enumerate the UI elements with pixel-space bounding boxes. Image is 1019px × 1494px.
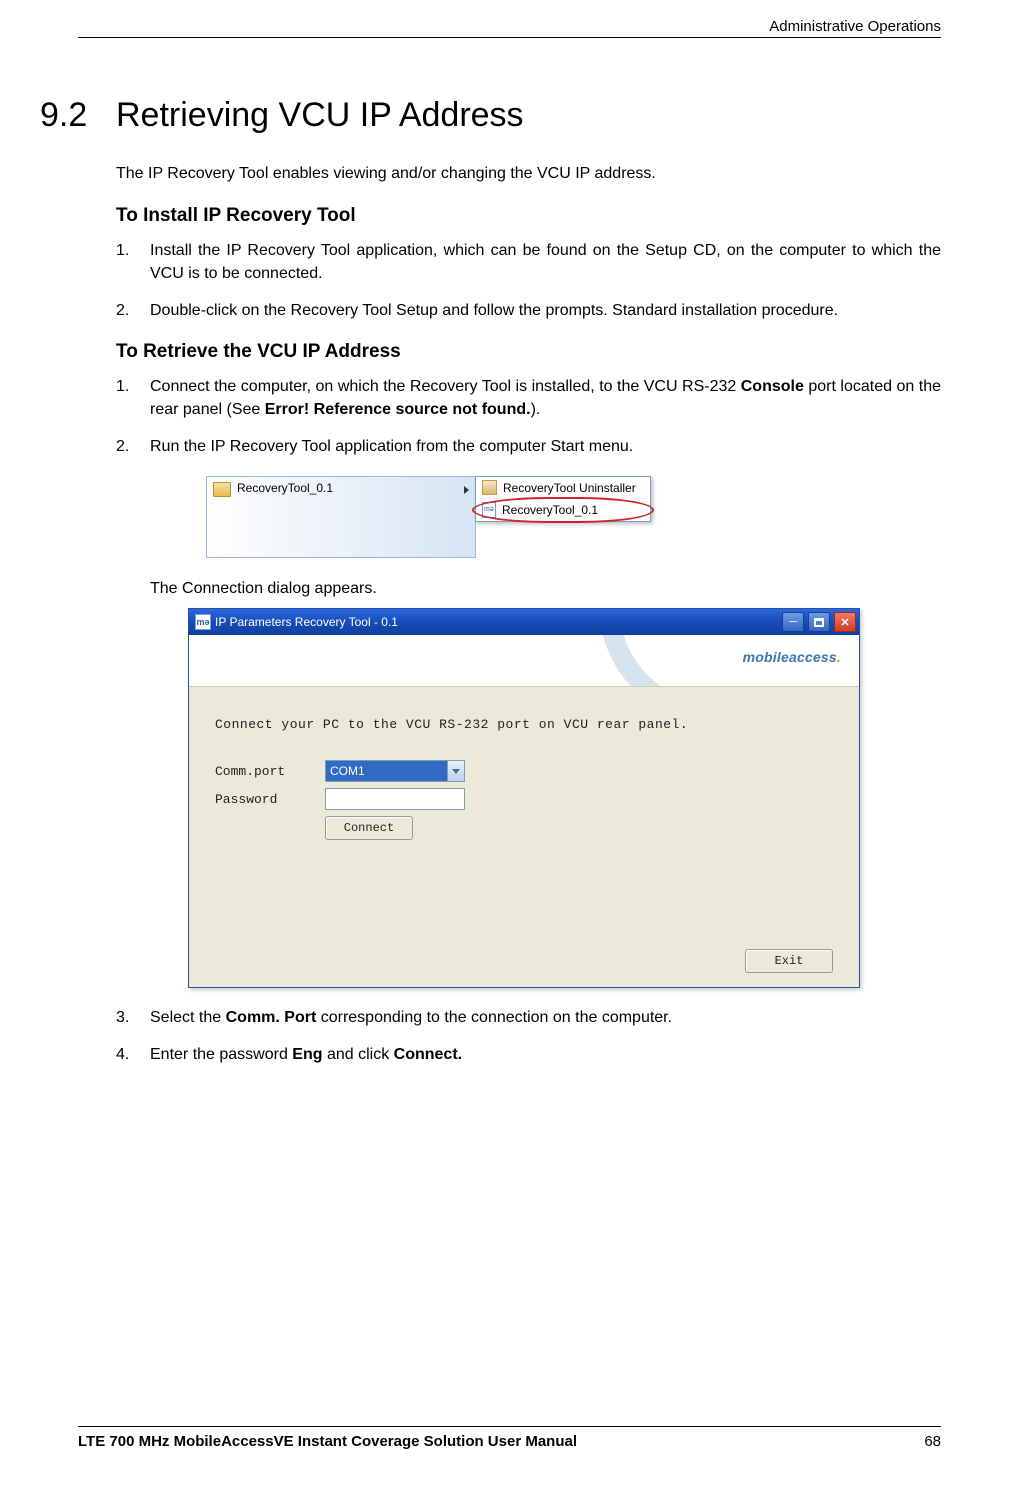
submenu-item-recoverytool[interactable]: RecoveryTool_0.1 (476, 499, 650, 521)
section-heading: 9.2Retrieving VCU IP Address (40, 96, 941, 135)
minimize-button[interactable]: ─ (782, 612, 804, 632)
mobileaccess-logo: mobileaccess. (743, 649, 841, 667)
text-bold: Connect. (394, 1046, 462, 1063)
intro-paragraph: The IP Recovery Tool enables viewing and… (116, 165, 941, 183)
retrieve-subheading: To Retrieve the VCU IP Address (116, 341, 941, 363)
folder-icon (213, 482, 231, 497)
page-number: 68 (924, 1433, 941, 1450)
install-step-1: Install the IP Recovery Tool application… (116, 239, 941, 285)
connect-row: Connect (215, 816, 833, 840)
retrieve-step-2: Run the IP Recovery Tool application fro… (116, 435, 941, 458)
footer-rule (78, 1426, 941, 1427)
password-row: Password (215, 788, 833, 810)
chevron-down-icon[interactable] (447, 761, 464, 781)
dialog-instruction: Connect your PC to the VCU RS-232 port o… (215, 717, 833, 732)
install-subheading: To Install IP Recovery Tool (116, 205, 941, 227)
section-number: 9.2 (40, 96, 116, 135)
text: Select the (150, 1009, 226, 1026)
app-icon (482, 502, 496, 518)
error-reference: Error! Reference source not found. (265, 401, 531, 418)
logo-text-1: mobile (743, 649, 789, 665)
start-menu-figure: RecoveryTool_0.1 RecoveryTool Uninstalle… (206, 476, 941, 558)
text: corresponding to the connection on the c… (316, 1009, 672, 1026)
comm-port-label: Comm.port (215, 764, 325, 779)
submenu-item-uninstaller[interactable]: RecoveryTool Uninstaller (476, 477, 650, 499)
maximize-button[interactable] (808, 612, 830, 632)
titlebar: mə IP Parameters Recovery Tool - 0.1 ─ ✕ (189, 609, 859, 635)
submenu-item-label: RecoveryTool_0.1 (502, 503, 598, 517)
header-rule (78, 37, 941, 38)
section-title-text: Retrieving VCU IP Address (116, 96, 524, 134)
comm-port-value: COM1 (330, 764, 365, 778)
password-label: Password (215, 792, 325, 807)
window-title: IP Parameters Recovery Tool - 0.1 (215, 615, 778, 629)
close-button[interactable]: ✕ (834, 612, 856, 632)
text: and click (323, 1046, 394, 1063)
running-header: Administrative Operations (78, 18, 941, 35)
retrieve-step-1: Connect the computer, on which the Recov… (116, 375, 941, 421)
text: Connect the computer, on which the Recov… (150, 378, 741, 395)
retrieve-step-3: Select the Comm. Port corresponding to t… (116, 1006, 941, 1029)
dialog-body: Connect your PC to the VCU RS-232 port o… (189, 687, 859, 987)
logo-text-2: access (789, 649, 837, 665)
comm-port-row: Comm.port COM1 (215, 760, 833, 782)
text-bold: Eng (292, 1046, 322, 1063)
text: ). (531, 401, 541, 418)
text-bold: Comm. Port (226, 1009, 317, 1026)
uninstaller-icon (482, 480, 497, 495)
figure-caption: The Connection dialog appears. (150, 580, 941, 598)
start-menu-parent-item[interactable]: RecoveryTool_0.1 (206, 476, 476, 558)
comm-port-select[interactable]: COM1 (325, 760, 465, 782)
exit-button[interactable]: Exit (745, 949, 833, 973)
app-title-icon: mə (195, 614, 211, 630)
text: Enter the password (150, 1046, 292, 1063)
install-step-2: Double-click on the Recovery Tool Setup … (116, 299, 941, 322)
start-menu-parent-label: RecoveryTool_0.1 (237, 481, 458, 495)
retrieve-step-4: Enter the password Eng and click Connect… (116, 1043, 941, 1066)
footer-title: LTE 700 MHz MobileAccessVE Instant Cover… (78, 1433, 577, 1450)
connect-button[interactable]: Connect (325, 816, 413, 840)
text-bold: Console (741, 378, 804, 395)
page-footer: LTE 700 MHz MobileAccessVE Instant Cover… (78, 1426, 941, 1450)
chevron-right-icon (464, 486, 469, 494)
dialog-banner: mobileaccess. (189, 635, 859, 687)
start-menu-submenu: RecoveryTool Uninstaller RecoveryTool_0.… (475, 476, 651, 522)
password-input[interactable] (325, 788, 465, 810)
ip-recovery-dialog: mə IP Parameters Recovery Tool - 0.1 ─ ✕… (188, 608, 860, 988)
submenu-item-label: RecoveryTool Uninstaller (503, 481, 636, 495)
